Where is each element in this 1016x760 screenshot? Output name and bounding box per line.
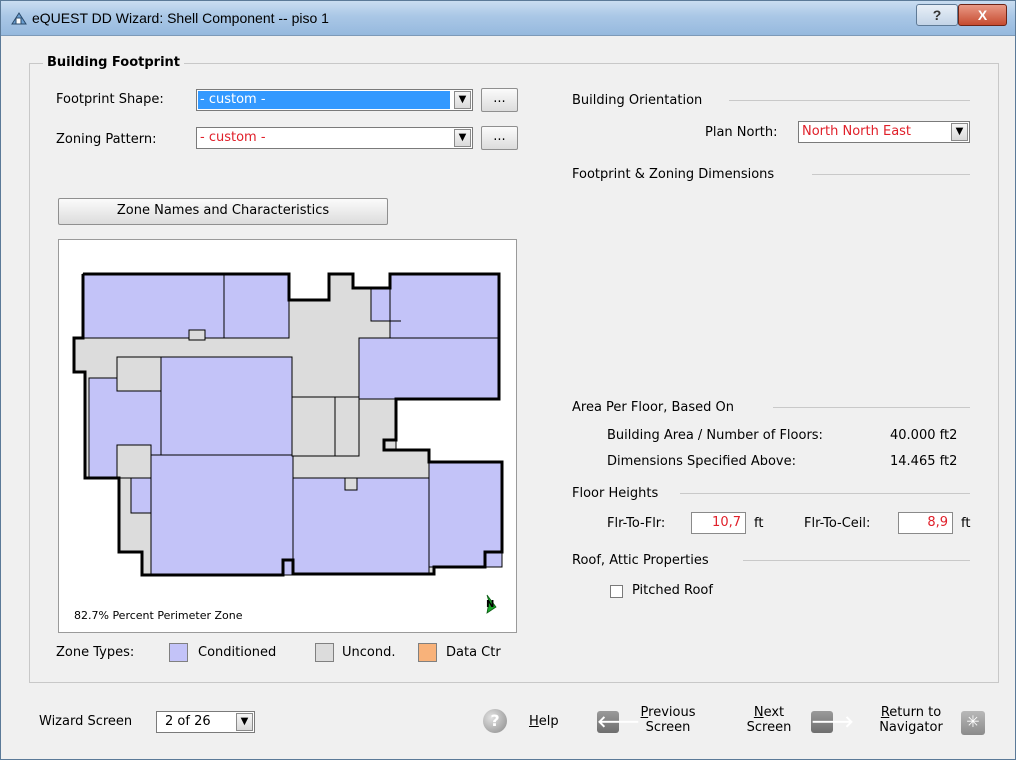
footprint-shape-more-button[interactable]: ... xyxy=(481,88,518,112)
zone-n1 xyxy=(82,273,225,339)
flr-to-flr-label: Flr-To-Flr: xyxy=(607,516,666,531)
footprint-drawing xyxy=(72,272,504,614)
arrow-right-icon: 🡒 xyxy=(811,711,854,733)
footprint-shape-select[interactable]: - custom - ▼ xyxy=(196,89,473,111)
legend-data-center: Data Ctr xyxy=(446,645,501,660)
area-divider xyxy=(773,407,970,408)
next-line1-rest: ext xyxy=(763,705,785,720)
arrow-left-icon: 🡐 xyxy=(597,711,640,733)
zone-sw-small xyxy=(130,477,152,514)
zone-names-button[interactable]: Zone Names and Characteristics xyxy=(58,198,388,225)
chevron-down-icon[interactable]: ▼ xyxy=(454,129,471,147)
orientation-divider xyxy=(729,100,970,101)
return-to-navigator-button[interactable]: Return to Navigator ✳ xyxy=(869,705,999,741)
window-title: eQUEST DD Wizard: Shell Component -- pis… xyxy=(32,10,329,26)
wizard-screen-label: Wizard Screen xyxy=(39,714,133,729)
zone-u6 xyxy=(344,477,358,491)
zone-u1 xyxy=(116,356,162,392)
flr-to-ceil-unit: ft xyxy=(961,516,971,531)
dimensions-divider xyxy=(812,174,970,175)
swatch-unconditioned xyxy=(315,643,334,662)
return-line1-rest: eturn to xyxy=(889,705,942,720)
zone-n2 xyxy=(223,273,290,339)
zone-types-label: Zone Types: xyxy=(56,645,135,660)
zone-u5 xyxy=(188,329,206,341)
north-label: N xyxy=(486,599,495,610)
footprint-shape-label: Footprint Shape: xyxy=(56,92,164,107)
zoning-pattern-select[interactable]: - custom - ▼ xyxy=(196,127,473,149)
flr-to-flr-unit: ft xyxy=(754,516,764,531)
roof-divider xyxy=(743,560,970,561)
previous-line2: Screen xyxy=(645,720,691,735)
area-row-1-value: 40.000 ft2 xyxy=(890,428,958,443)
roof-section-title: Roof, Attic Properties xyxy=(572,553,709,568)
wizard-screen-value: 2 of 26 xyxy=(165,714,211,729)
footprint-plot[interactable]: N 82.7% Percent Perimeter Zone xyxy=(58,239,517,633)
chevron-down-icon[interactable]: ▼ xyxy=(454,91,471,109)
title-bar[interactable]: eQUEST DD Wizard: Shell Component -- pis… xyxy=(1,1,1015,36)
pitched-roof-label: Pitched Roof xyxy=(632,583,713,598)
help-label: Help xyxy=(529,714,559,729)
zone-core-big xyxy=(160,356,293,456)
return-line2: Navigator xyxy=(879,720,943,735)
help-icon: ? xyxy=(483,709,507,733)
zoning-pattern-more-button[interactable]: ... xyxy=(481,126,518,150)
area-row-2-label: Dimensions Specified Above: xyxy=(607,454,797,469)
pitched-roof-checkbox[interactable] xyxy=(610,585,623,598)
zone-e xyxy=(358,337,500,400)
plan-north-value: North North East xyxy=(802,124,912,139)
orientation-section-title: Building Orientation xyxy=(572,93,703,108)
zone-s2 xyxy=(292,477,430,575)
legend-conditioned: Conditioned xyxy=(198,645,277,660)
heights-divider xyxy=(680,493,970,494)
footprint-shape-value: - custom - xyxy=(198,91,450,109)
app-icon xyxy=(11,10,27,30)
zone-ne xyxy=(389,273,500,339)
next-line2: Screen xyxy=(746,720,792,735)
swatch-data-center xyxy=(418,643,437,662)
zone-u4 xyxy=(116,444,152,479)
zone-u3 xyxy=(334,396,360,457)
next-screen-button[interactable]: Next Screen 🡒 xyxy=(737,705,854,741)
zoning-pattern-label: Zoning Pattern: xyxy=(56,132,157,147)
area-row-2-value: 14.465 ft2 xyxy=(890,454,958,469)
previous-screen-label: Previous Screen xyxy=(633,705,703,735)
flr-to-ceil-label: Flr-To-Ceil: xyxy=(804,516,871,531)
heights-section-title: Floor Heights xyxy=(572,486,659,501)
area-row-1-label: Building Area / Number of Floors: xyxy=(607,428,823,443)
swatch-conditioned xyxy=(169,643,188,662)
previous-line1-rest: revious xyxy=(648,705,696,720)
return-label: Return to Navigator xyxy=(869,705,953,735)
next-screen-label: Next Screen xyxy=(737,705,801,735)
help-button[interactable]: ? Help xyxy=(481,707,565,735)
chevron-down-icon[interactable]: ▼ xyxy=(236,713,253,731)
dimensions-section-title: Footprint & Zoning Dimensions xyxy=(572,167,775,182)
previous-screen-button[interactable]: 🡐 Previous Screen xyxy=(593,705,713,741)
chevron-down-icon[interactable]: ▼ xyxy=(951,123,968,141)
flr-to-ceil-input[interactable]: 8,9 xyxy=(898,512,953,534)
help-titlebar-button[interactable]: ? xyxy=(916,4,958,26)
wizard-screen-select[interactable]: 2 of 26 ▼ xyxy=(156,711,255,733)
zone-s1 xyxy=(150,454,294,576)
navigator-icon: ✳ xyxy=(961,711,985,735)
zone-u2 xyxy=(291,396,336,457)
plan-north-select[interactable]: North North East ▼ xyxy=(798,121,970,143)
legend-unconditioned: Uncond. xyxy=(342,645,396,660)
flr-to-flr-input[interactable]: 10,7 xyxy=(691,512,746,534)
wizard-window: eQUEST DD Wizard: Shell Component -- pis… xyxy=(0,0,1016,760)
close-button[interactable]: X xyxy=(958,4,1007,26)
zoning-pattern-value: - custom - xyxy=(200,130,266,145)
area-section-title: Area Per Floor, Based On xyxy=(572,400,735,415)
plan-north-label: Plan North: xyxy=(705,125,778,140)
group-title: Building Footprint xyxy=(43,55,184,70)
perimeter-note: 82.7% Percent Perimeter Zone xyxy=(74,609,243,622)
